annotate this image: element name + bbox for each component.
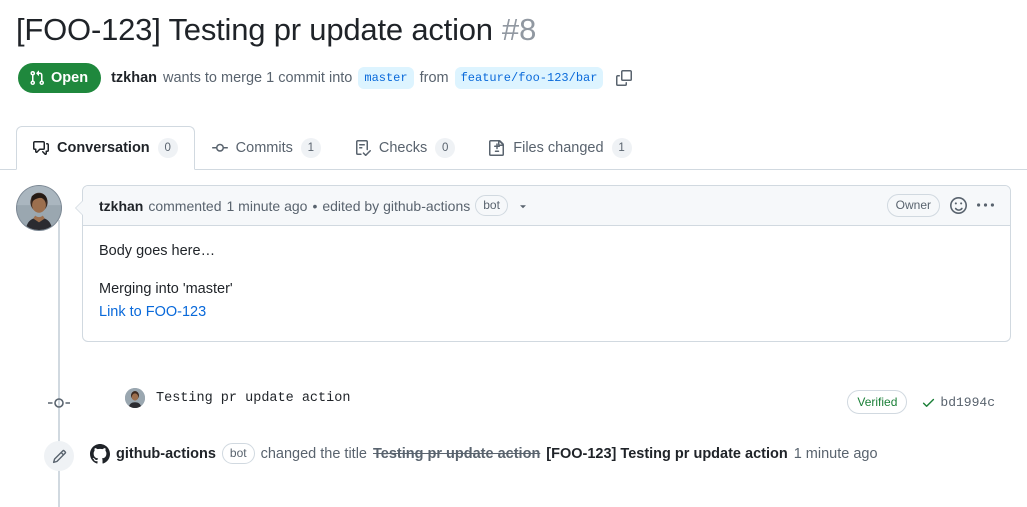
tab-conversation[interactable]: Conversation 0 — [16, 126, 195, 170]
status-badge-label: Open — [51, 70, 89, 86]
copy-branch-icon[interactable] — [613, 67, 635, 89]
pr-tabs: Conversation 0 Commits 1 Checks 0 Files … — [0, 126, 1027, 170]
bot-badge: bot — [475, 195, 508, 216]
comment-separator: • — [312, 197, 318, 214]
merge-byline: tzkhan wants to merge 1 commit into mast… — [111, 67, 604, 89]
tab-label: Conversation — [57, 140, 150, 156]
commit-author-avatar[interactable] — [125, 388, 145, 408]
title-change-content: github-actions bot changed the title Tes… — [90, 443, 878, 464]
comment-body-line-1: Body goes here… — [99, 243, 216, 259]
comment-box: tzkhan commented 1 minute ago • edited b… — [75, 185, 1011, 343]
check-icon — [921, 395, 936, 410]
pencil-icon — [44, 441, 74, 471]
kebab-horizontal-icon[interactable] — [977, 197, 994, 214]
pr-title-text: [FOO-123] Testing pr update action — [16, 12, 493, 47]
comment-body-link[interactable]: Link to FOO-123 — [99, 304, 206, 320]
commit-timeline-item: Testing pr update action Verified bd1994… — [0, 388, 1011, 418]
page-title: [FOO-123] Testing pr update action #8 — [16, 8, 536, 52]
tab-label: Commits — [235, 140, 293, 156]
new-title: [FOO-123] Testing pr update action — [546, 445, 788, 462]
file-diff-icon — [489, 140, 505, 156]
tab-counter: 1 — [611, 138, 632, 158]
comment-thread-item: tzkhan commented 1 minute ago • edited b… — [16, 185, 1011, 343]
pr-number: #8 — [501, 12, 537, 47]
old-title: Testing pr update action — [373, 445, 541, 462]
status-badge: Open — [18, 63, 102, 93]
comment-body: Body goes here… Merging into 'master' Li… — [83, 226, 1010, 341]
comment-time: 1 minute ago — [226, 197, 308, 214]
verified-badge[interactable]: Verified — [847, 390, 908, 414]
commit-meta: Verified bd1994c — [847, 390, 995, 414]
comment-discussion-icon — [33, 140, 49, 156]
chevron-down-icon[interactable] — [513, 200, 529, 212]
git-pull-request-icon — [29, 70, 45, 86]
tab-label: Files changed — [513, 140, 604, 156]
tab-counter: 0 — [435, 138, 456, 158]
tab-files-changed[interactable]: Files changed 1 — [472, 126, 648, 170]
merge-text-before: wants to merge 1 commit into — [162, 70, 353, 86]
comment-author[interactable]: tzkhan — [99, 198, 143, 214]
tab-counter: 1 — [300, 138, 321, 158]
commit-sha-group[interactable]: bd1994c — [921, 395, 995, 410]
pr-subheader: Open tzkhan wants to merge 1 commit into… — [18, 63, 635, 93]
smiley-icon[interactable] — [950, 197, 967, 214]
tab-label: Checks — [378, 140, 428, 156]
tab-counter: 0 — [157, 138, 178, 158]
commit-message[interactable]: Testing pr update action — [156, 391, 350, 406]
merge-text-from: from — [419, 70, 449, 86]
comment-action: commented — [148, 197, 222, 214]
event-time: 1 minute ago — [793, 445, 878, 462]
comment-header: tzkhan commented 1 minute ago • edited b… — [83, 186, 1010, 226]
tab-commits[interactable]: Commits 1 — [195, 126, 338, 170]
git-commit-node-icon — [48, 395, 70, 411]
tab-checks[interactable]: Checks 0 — [338, 126, 472, 170]
event-action: changed the title — [260, 445, 367, 462]
checklist-icon — [355, 140, 371, 156]
head-branch-tag[interactable]: feature/foo-123/bar — [454, 67, 604, 89]
commit-main: Testing pr update action — [125, 388, 350, 408]
pull-request-page: [FOO-123] Testing pr update action #8 Op… — [0, 0, 1027, 507]
github-mark-icon — [90, 443, 110, 464]
base-branch-tag[interactable]: master — [358, 67, 414, 89]
git-commit-icon — [211, 140, 228, 156]
event-actor[interactable]: github-actions — [116, 446, 216, 462]
avatar[interactable] — [16, 185, 62, 231]
pr-author[interactable]: tzkhan — [111, 70, 157, 86]
owner-badge: Owner — [886, 194, 940, 217]
comment-edited-by: edited by github-actions — [322, 197, 471, 214]
commit-sha[interactable]: bd1994c — [940, 395, 995, 410]
bot-badge: bot — [221, 443, 255, 464]
comment-body-line-2: Merging into 'master' — [99, 281, 233, 298]
